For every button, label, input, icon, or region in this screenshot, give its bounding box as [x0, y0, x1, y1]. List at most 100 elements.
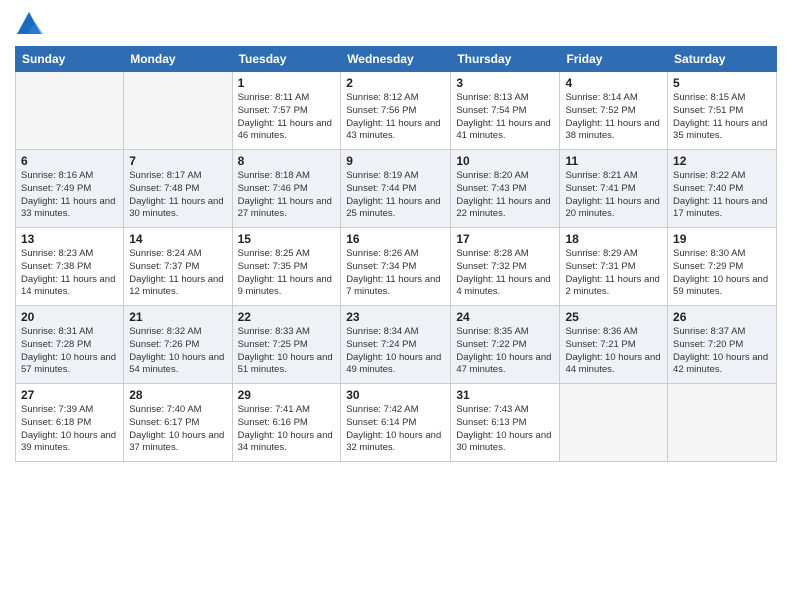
logo — [15, 10, 47, 38]
day-info: Sunrise: 8:29 AMSunset: 7:31 PMDaylight:… — [565, 248, 662, 299]
day-info: Sunrise: 8:13 AMSunset: 7:54 PMDaylight:… — [456, 92, 554, 143]
day-header-friday: Friday — [560, 47, 668, 72]
day-info: Sunrise: 8:30 AMSunset: 7:29 PMDaylight:… — [673, 248, 771, 299]
calendar-cell — [668, 384, 777, 462]
day-info: Sunrise: 8:34 AMSunset: 7:24 PMDaylight:… — [346, 326, 445, 377]
day-info: Sunrise: 8:22 AMSunset: 7:40 PMDaylight:… — [673, 170, 771, 221]
header-row: SundayMondayTuesdayWednesdayThursdayFrid… — [16, 47, 777, 72]
day-number: 8 — [238, 154, 336, 168]
day-info: Sunrise: 8:25 AMSunset: 7:35 PMDaylight:… — [238, 248, 336, 299]
week-row-3: 13 Sunrise: 8:23 AMSunset: 7:38 PMDayligh… — [16, 228, 777, 306]
day-info: Sunrise: 8:28 AMSunset: 7:32 PMDaylight:… — [456, 248, 554, 299]
calendar-cell: 28 Sunrise: 7:40 AMSunset: 6:17 PMDayligh… — [124, 384, 232, 462]
day-info: Sunrise: 8:12 AMSunset: 7:56 PMDaylight:… — [346, 92, 445, 143]
calendar-cell: 24Sunrise: 8:35 AMSunset: 7:22 PMDayligh… — [451, 306, 560, 384]
calendar-cell: 26Sunrise: 8:37 AMSunset: 7:20 PMDayligh… — [668, 306, 777, 384]
calendar-cell: 19 Sunrise: 8:30 AMSunset: 7:29 PMDayligh… — [668, 228, 777, 306]
day-number: 2 — [346, 76, 445, 90]
day-number: 5 — [673, 76, 771, 90]
day-number: 28 — [129, 388, 226, 402]
day-info: Sunrise: 7:43 AMSunset: 6:13 PMDaylight:… — [456, 404, 554, 455]
day-info: Sunrise: 8:36 AMSunset: 7:21 PMDaylight:… — [565, 326, 662, 377]
calendar-cell: 23 Sunrise: 8:34 AMSunset: 7:24 PMDayligh… — [341, 306, 451, 384]
calendar-cell: 6 Sunrise: 8:16 AMSunset: 7:49 PMDaylight… — [16, 150, 124, 228]
day-info: Sunrise: 8:17 AMSunset: 7:48 PMDaylight:… — [129, 170, 226, 221]
day-number: 29 — [238, 388, 336, 402]
logo-icon — [15, 10, 43, 38]
day-header-tuesday: Tuesday — [232, 47, 341, 72]
day-info: Sunrise: 8:20 AMSunset: 7:43 PMDaylight:… — [456, 170, 554, 221]
day-header-wednesday: Wednesday — [341, 47, 451, 72]
calendar-cell: 9 Sunrise: 8:19 AMSunset: 7:44 PMDaylight… — [341, 150, 451, 228]
week-row-4: 20Sunrise: 8:31 AMSunset: 7:28 PMDayligh… — [16, 306, 777, 384]
header — [15, 10, 777, 38]
calendar-cell: 30 Sunrise: 7:42 AMSunset: 6:14 PMDayligh… — [341, 384, 451, 462]
day-number: 18 — [565, 232, 662, 246]
calendar-cell: 2 Sunrise: 8:12 AMSunset: 7:56 PMDaylight… — [341, 72, 451, 150]
day-number: 30 — [346, 388, 445, 402]
day-info: Sunrise: 7:42 AMSunset: 6:14 PMDaylight:… — [346, 404, 445, 455]
calendar-cell: 16 Sunrise: 8:26 AMSunset: 7:34 PMDayligh… — [341, 228, 451, 306]
calendar-cell: 5 Sunrise: 8:15 AMSunset: 7:51 PMDaylight… — [668, 72, 777, 150]
day-info: Sunrise: 8:24 AMSunset: 7:37 PMDaylight:… — [129, 248, 226, 299]
day-number: 25 — [565, 310, 662, 324]
day-info: Sunrise: 8:32 AMSunset: 7:26 PMDaylight:… — [129, 326, 226, 377]
calendar-cell: 21 Sunrise: 8:32 AMSunset: 7:26 PMDayligh… — [124, 306, 232, 384]
day-info: Sunrise: 8:16 AMSunset: 7:49 PMDaylight:… — [21, 170, 118, 221]
day-number: 16 — [346, 232, 445, 246]
day-number: 13 — [21, 232, 118, 246]
week-row-2: 6 Sunrise: 8:16 AMSunset: 7:49 PMDaylight… — [16, 150, 777, 228]
calendar-cell — [560, 384, 668, 462]
calendar-cell: 7 Sunrise: 8:17 AMSunset: 7:48 PMDaylight… — [124, 150, 232, 228]
day-number: 31 — [456, 388, 554, 402]
calendar-cell — [16, 72, 124, 150]
calendar-cell: 8 Sunrise: 8:18 AMSunset: 7:46 PMDaylight… — [232, 150, 341, 228]
day-number: 4 — [565, 76, 662, 90]
day-info: Sunrise: 8:11 AMSunset: 7:57 PMDaylight:… — [238, 92, 336, 143]
day-number: 24 — [456, 310, 554, 324]
day-header-monday: Monday — [124, 47, 232, 72]
day-info: Sunrise: 8:33 AMSunset: 7:25 PMDaylight:… — [238, 326, 336, 377]
day-number: 19 — [673, 232, 771, 246]
day-info: Sunrise: 7:41 AMSunset: 6:16 PMDaylight:… — [238, 404, 336, 455]
day-number: 21 — [129, 310, 226, 324]
day-info: Sunrise: 8:18 AMSunset: 7:46 PMDaylight:… — [238, 170, 336, 221]
week-row-1: 1 Sunrise: 8:11 AMSunset: 7:57 PMDaylight… — [16, 72, 777, 150]
day-number: 9 — [346, 154, 445, 168]
calendar-cell: 12Sunrise: 8:22 AMSunset: 7:40 PMDayligh… — [668, 150, 777, 228]
day-info: Sunrise: 8:19 AMSunset: 7:44 PMDaylight:… — [346, 170, 445, 221]
day-header-sunday: Sunday — [16, 47, 124, 72]
day-number: 14 — [129, 232, 226, 246]
calendar-cell: 10Sunrise: 8:20 AMSunset: 7:43 PMDayligh… — [451, 150, 560, 228]
day-info: Sunrise: 8:23 AMSunset: 7:38 PMDaylight:… — [21, 248, 118, 299]
day-number: 22 — [238, 310, 336, 324]
day-info: Sunrise: 8:31 AMSunset: 7:28 PMDaylight:… — [21, 326, 118, 377]
calendar-cell: 1 Sunrise: 8:11 AMSunset: 7:57 PMDaylight… — [232, 72, 341, 150]
day-number: 17 — [456, 232, 554, 246]
day-info: Sunrise: 7:40 AMSunset: 6:17 PMDaylight:… — [129, 404, 226, 455]
day-number: 15 — [238, 232, 336, 246]
day-number: 11 — [565, 154, 662, 168]
day-number: 6 — [21, 154, 118, 168]
day-info: Sunrise: 8:37 AMSunset: 7:20 PMDaylight:… — [673, 326, 771, 377]
day-number: 3 — [456, 76, 554, 90]
calendar-table: SundayMondayTuesdayWednesdayThursdayFrid… — [15, 46, 777, 462]
calendar-cell: 14 Sunrise: 8:24 AMSunset: 7:37 PMDayligh… — [124, 228, 232, 306]
day-number: 1 — [238, 76, 336, 90]
day-number: 23 — [346, 310, 445, 324]
calendar-cell: 15 Sunrise: 8:25 AMSunset: 7:35 PMDayligh… — [232, 228, 341, 306]
day-info: Sunrise: 8:15 AMSunset: 7:51 PMDaylight:… — [673, 92, 771, 143]
calendar-cell: 18 Sunrise: 8:29 AMSunset: 7:31 PMDayligh… — [560, 228, 668, 306]
day-info: Sunrise: 8:21 AMSunset: 7:41 PMDaylight:… — [565, 170, 662, 221]
calendar-cell: 4 Sunrise: 8:14 AMSunset: 7:52 PMDaylight… — [560, 72, 668, 150]
day-number: 27 — [21, 388, 118, 402]
day-number: 7 — [129, 154, 226, 168]
day-header-saturday: Saturday — [668, 47, 777, 72]
calendar-cell: 20Sunrise: 8:31 AMSunset: 7:28 PMDayligh… — [16, 306, 124, 384]
page-container: SundayMondayTuesdayWednesdayThursdayFrid… — [0, 0, 792, 612]
calendar-cell: 3 Sunrise: 8:13 AMSunset: 7:54 PMDaylight… — [451, 72, 560, 150]
calendar-cell: 17 Sunrise: 8:28 AMSunset: 7:32 PMDayligh… — [451, 228, 560, 306]
calendar-cell: 13 Sunrise: 8:23 AMSunset: 7:38 PMDayligh… — [16, 228, 124, 306]
day-info: Sunrise: 8:14 AMSunset: 7:52 PMDaylight:… — [565, 92, 662, 143]
day-info: Sunrise: 8:26 AMSunset: 7:34 PMDaylight:… — [346, 248, 445, 299]
